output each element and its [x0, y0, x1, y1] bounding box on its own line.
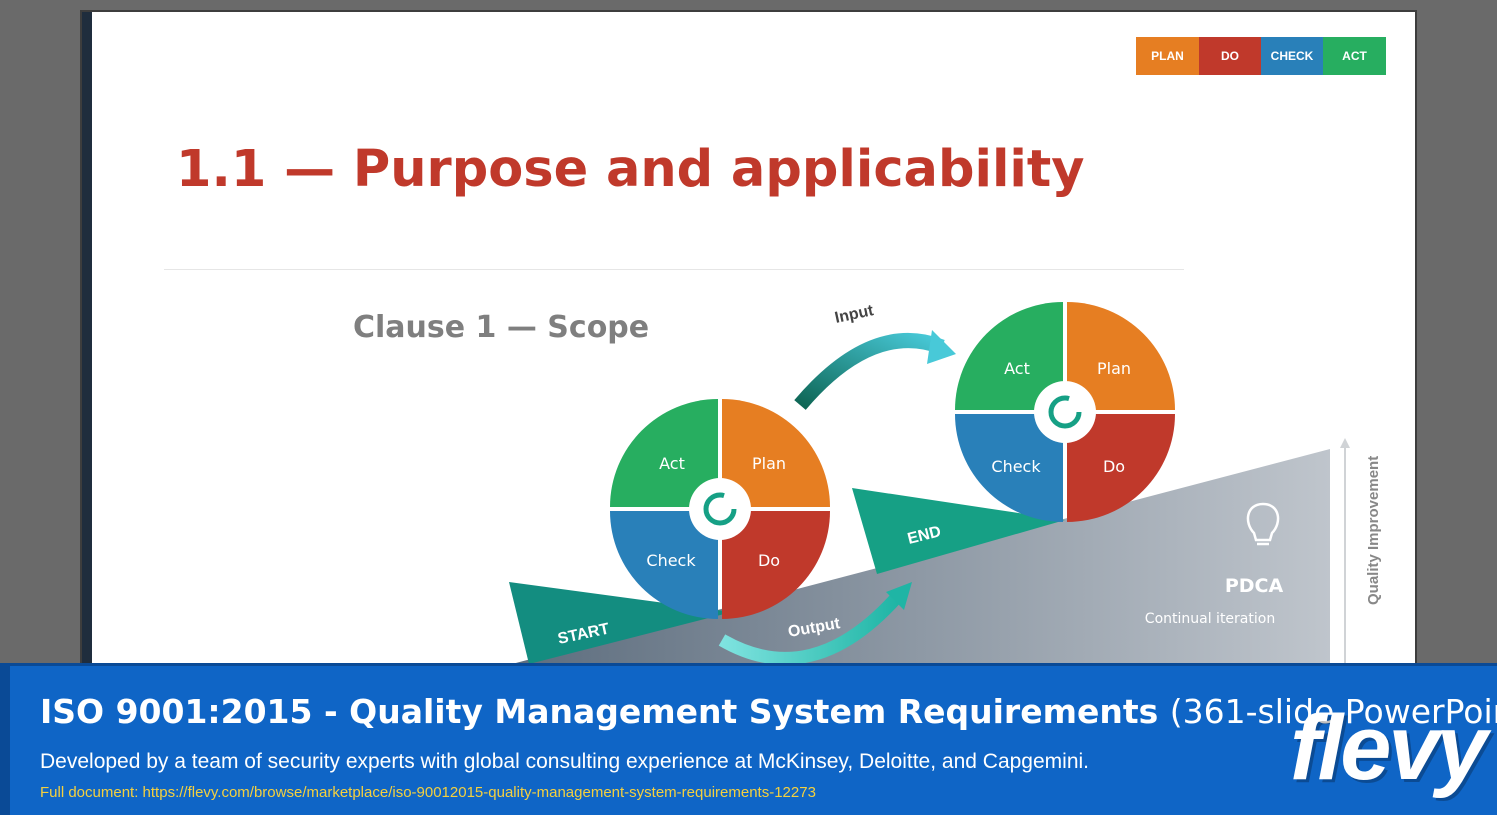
pdca-caption: Continual iteration: [1145, 611, 1275, 627]
quality-axis-label: Quality Improvement: [1365, 456, 1382, 605]
left-label-act: Act: [659, 454, 685, 473]
right-label-do: Do: [1103, 457, 1125, 476]
pdca-diagram: Quality Improvement Input Output START E…: [509, 302, 1382, 665]
right-pdca-cycle: Act Plan Check Do: [955, 302, 1175, 522]
banner-description: Developed by a team of security experts …: [40, 750, 1089, 773]
banner-title-main: ISO 9001:2015 - Quality Management Syste…: [40, 692, 1159, 731]
right-label-check: Check: [991, 457, 1041, 476]
input-label: Input: [833, 302, 875, 327]
slide: PLAN DO CHECK ACT 1.1 — Purpose and appl…: [80, 10, 1417, 670]
left-pdca-cycle: Act Plan Check Do: [610, 399, 830, 619]
left-label-do: Do: [758, 551, 780, 570]
right-label-act: Act: [1004, 359, 1030, 378]
pdca-label: PDCA: [1225, 575, 1284, 597]
flevy-logo[interactable]: flevy: [1290, 702, 1488, 794]
banner-title: ISO 9001:2015 - Quality Management Syste…: [40, 692, 1497, 731]
quality-axis-arrowhead: [1340, 438, 1350, 448]
input-arrow: [794, 333, 945, 410]
right-cycle-hub: [1034, 381, 1096, 443]
right-label-plan: Plan: [1097, 359, 1131, 378]
left-label-plan: Plan: [752, 454, 786, 473]
input-arrowhead: [927, 330, 956, 364]
promo-banner: ISO 9001:2015 - Quality Management Syste…: [0, 663, 1497, 815]
document-link[interactable]: Full document: https://flevy.com/browse/…: [40, 784, 816, 801]
left-cycle-hub: [689, 478, 751, 540]
left-label-check: Check: [646, 551, 696, 570]
